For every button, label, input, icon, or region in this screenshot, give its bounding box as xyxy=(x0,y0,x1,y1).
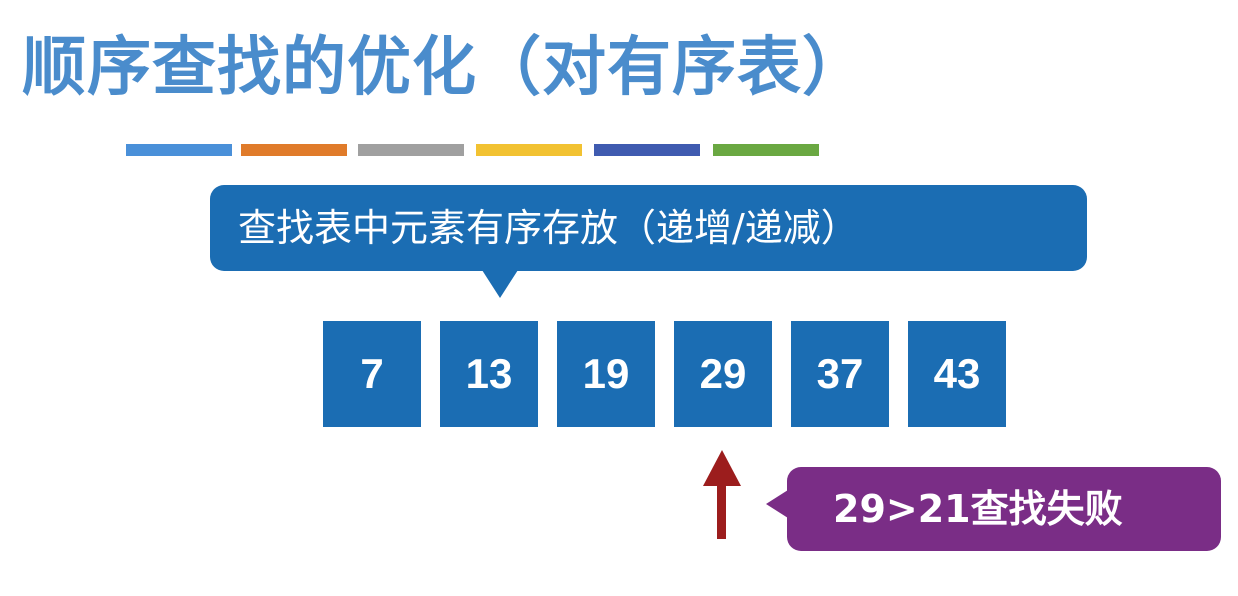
table-cell: 19 xyxy=(557,321,655,427)
result-callout: 29>21查找失败 xyxy=(787,467,1221,551)
result-text: 29>21查找失败 xyxy=(833,487,1123,531)
color-stripe-3 xyxy=(358,144,464,156)
info-callout: 查找表中元素有序存放（递增/递减） xyxy=(210,185,1087,271)
up-arrow-icon xyxy=(703,450,741,486)
arrow-shaft xyxy=(717,484,726,539)
callout-pointer xyxy=(482,270,518,298)
color-stripe-1 xyxy=(126,144,232,156)
table-cell: 43 xyxy=(908,321,1006,427)
page-title: 顺序查找的优化（对有序表） xyxy=(22,31,867,105)
callout-text: 查找表中元素有序存放（递增/递减） xyxy=(238,206,859,250)
table-cell: 37 xyxy=(791,321,889,427)
table-cell: 7 xyxy=(323,321,421,427)
result-pointer xyxy=(766,490,788,518)
table-cell: 13 xyxy=(440,321,538,427)
color-stripe-5 xyxy=(594,144,700,156)
color-stripe-4 xyxy=(476,144,582,156)
table-cell: 29 xyxy=(674,321,772,427)
color-stripe-2 xyxy=(241,144,347,156)
color-stripe-6 xyxy=(713,144,819,156)
